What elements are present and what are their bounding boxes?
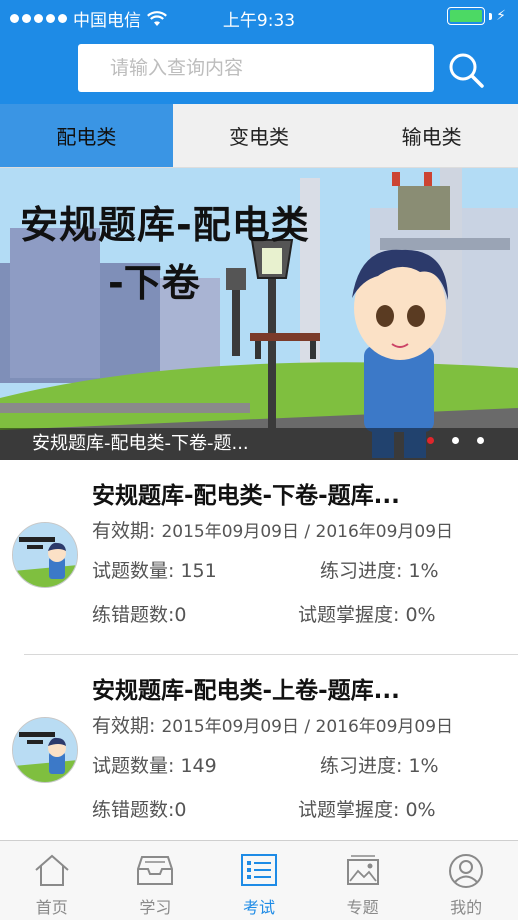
progress-value: 1%: [408, 560, 439, 582]
wrong-value: 0: [174, 799, 187, 821]
battery-indicator: ⚡: [447, 7, 506, 25]
tab-distribution[interactable]: 配电类: [0, 104, 173, 167]
mastery-value: 0%: [405, 604, 436, 626]
question-bank-list: 安规题库-配电类-下卷-题库... 有效期: 2015年09月09日 / 201…: [0, 460, 518, 848]
validity-row: 有效期: 2015年09月09日 / 2016年09月09日: [92, 516, 453, 543]
search-field[interactable]: [78, 44, 434, 92]
list-item[interactable]: 安规题库-配电类-上卷-题库... 有效期: 2015年09月09日 / 201…: [12, 654, 518, 848]
search-icon[interactable]: [446, 50, 486, 90]
wrong-label: 练错题数:: [92, 604, 175, 626]
mastery-row: 试题掌握度: 0%: [298, 795, 436, 822]
category-tabs: 配电类 变电类 输电类: [0, 104, 518, 168]
mastery-label: 试题掌握度:: [298, 799, 400, 821]
mastery-label: 试题掌握度:: [298, 604, 400, 626]
wrong-row: 练错题数:0: [92, 795, 187, 822]
nav-topics-label: 专题: [346, 898, 379, 917]
nav-exam[interactable]: 考试: [207, 841, 311, 920]
nav-home[interactable]: 首页: [0, 841, 104, 920]
exam-list-icon: [240, 854, 277, 886]
inbox-icon: [137, 856, 174, 885]
mastery-value: 0%: [405, 799, 436, 821]
charging-icon: ⚡: [496, 8, 506, 24]
validity-label: 有效期:: [92, 715, 156, 737]
pager-dot-1[interactable]: [427, 437, 434, 444]
home-icon: [35, 854, 69, 886]
nav-home-label: 首页: [35, 898, 68, 917]
wrong-row: 练错题数:0: [92, 600, 187, 627]
tab-substation[interactable]: 变电类: [173, 104, 346, 167]
nav-study-label: 学习: [139, 898, 172, 917]
validity-label: 有效期:: [92, 520, 156, 542]
pager-dot-2[interactable]: [452, 437, 459, 444]
list-item[interactable]: 安规题库-配电类-下卷-题库... 有效期: 2015年09月09日 / 201…: [0, 460, 518, 654]
mastery-row: 试题掌握度: 0%: [298, 600, 436, 627]
count-row: 试题数量: 151: [92, 556, 217, 583]
count-label: 试题数量:: [92, 755, 175, 777]
count-row: 试题数量: 149: [92, 751, 217, 778]
wrong-label: 练错题数:: [92, 799, 175, 821]
validity-value: 2015年09月09日 / 2016年09月09日: [161, 717, 454, 737]
bottom-tab-bar: 首页 学习 考试 专题 我的: [0, 840, 518, 920]
count-value: 151: [180, 560, 217, 582]
banner-subtitle: -下卷: [108, 261, 200, 305]
nav-study[interactable]: 学习: [104, 841, 208, 920]
picture-icon: [346, 855, 379, 885]
search-input[interactable]: [78, 44, 434, 92]
question-bank-thumbnail: [12, 522, 78, 588]
progress-value: 1%: [408, 755, 439, 777]
progress-row: 练习进度: 1%: [320, 751, 439, 778]
validity-row: 有效期: 2015年09月09日 / 2016年09月09日: [92, 711, 453, 738]
tab-transmission[interactable]: 输电类: [345, 104, 518, 167]
count-value: 149: [180, 755, 217, 777]
banner-caption[interactable]: 安规题库-配电类-下卷-题...: [0, 428, 518, 460]
banner-title: 安规题库-配电类: [20, 203, 310, 247]
banner-carousel[interactable]: 安规题库-配电类 -下卷: [0, 168, 518, 460]
nav-exam-label: 考试: [242, 898, 275, 917]
battery-tip: [489, 12, 493, 20]
banner-pager[interactable]: [427, 437, 484, 444]
status-time: 上午9:33: [222, 11, 296, 31]
item-title: 安规题库-配电类-上卷-题库...: [92, 678, 400, 704]
user-icon: [449, 854, 484, 888]
progress-label: 练习进度:: [320, 560, 403, 582]
status-bar: 中国电信 上午9:33 ⚡: [0, 0, 518, 34]
count-label: 试题数量:: [92, 560, 175, 582]
battery-icon: [447, 7, 486, 25]
validity-value: 2015年09月09日 / 2016年09月09日: [161, 522, 454, 542]
nav-profile-label: 我的: [450, 898, 483, 917]
wrong-value: 0: [174, 604, 187, 626]
item-title: 安规题库-配电类-下卷-题库...: [92, 483, 400, 509]
nav-profile[interactable]: 我的: [414, 841, 518, 920]
pager-dot-3[interactable]: [477, 437, 484, 444]
progress-row: 练习进度: 1%: [320, 556, 439, 583]
question-bank-thumbnail: [12, 717, 78, 783]
progress-label: 练习进度:: [320, 755, 403, 777]
nav-topics[interactable]: 专题: [311, 841, 415, 920]
